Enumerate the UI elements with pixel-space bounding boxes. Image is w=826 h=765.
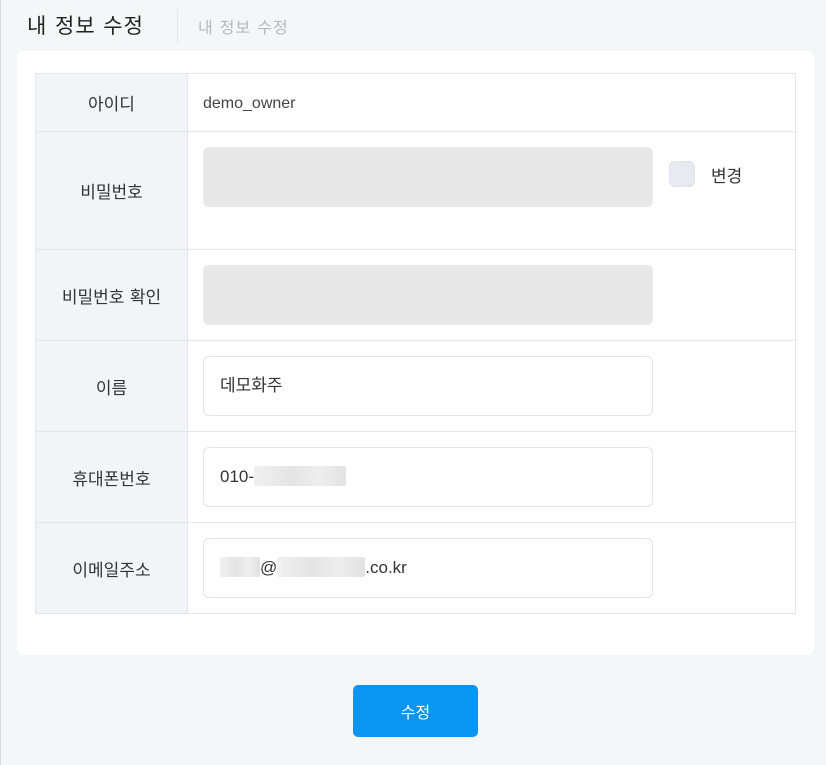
phone-input[interactable]: 010- [203,447,653,507]
password-input[interactable] [203,147,653,207]
name-input[interactable]: 데모화주 [203,356,653,416]
row-email: 이메일주소 @ .co.kr [35,522,796,614]
change-password-label[interactable]: 변경 [711,162,742,187]
page-header: 내 정보 수정 내 정보 수정 [1,0,826,50]
password-confirm-input[interactable] [203,265,653,325]
submit-button[interactable]: 수정 [353,685,478,737]
email-suffix: .co.kr [365,558,407,577]
email-at: @ [260,558,278,577]
phone-redacted [254,465,347,486]
id-label: 아이디 [35,73,188,132]
password-confirm-value-cell [187,249,796,341]
email-domain-redacted [277,556,366,577]
row-phone: 휴대폰번호 010- [35,431,796,523]
phone-value-cell: 010- [187,431,796,523]
row-password-confirm: 비밀번호 확인 [35,249,796,341]
row-id: 아이디 demo_owner [35,73,796,132]
phone-prefix: 010- [220,467,255,486]
phone-label: 휴대폰번호 [35,431,188,523]
change-password-checkbox[interactable] [669,161,695,187]
password-value-cell: 변경 [187,131,796,250]
breadcrumb: 내 정보 수정 [198,18,289,37]
row-password: 비밀번호 변경 [35,131,796,250]
email-label: 이메일주소 [35,522,188,614]
name-label: 이름 [35,340,188,432]
password-confirm-label: 비밀번호 확인 [35,249,188,341]
title-divider [177,9,178,43]
password-label: 비밀번호 [35,131,188,250]
email-input[interactable]: @ .co.kr [203,538,653,598]
id-value-cell: demo_owner [187,73,796,132]
row-name: 이름 데모화주 [35,340,796,432]
name-value-cell: 데모화주 [187,340,796,432]
email-value-cell: @ .co.kr [187,522,796,614]
email-user-redacted [220,556,260,577]
form-card: 아이디 demo_owner 비밀번호 변경 비밀번호 확인 이름 데모화주 휴… [17,51,814,655]
id-value: demo_owner [203,94,296,112]
page-title: 내 정보 수정 [27,14,144,38]
profile-form-table: 아이디 demo_owner 비밀번호 변경 비밀번호 확인 이름 데모화주 휴… [35,73,796,614]
password-change-toggle[interactable]: 변경 [669,161,742,187]
